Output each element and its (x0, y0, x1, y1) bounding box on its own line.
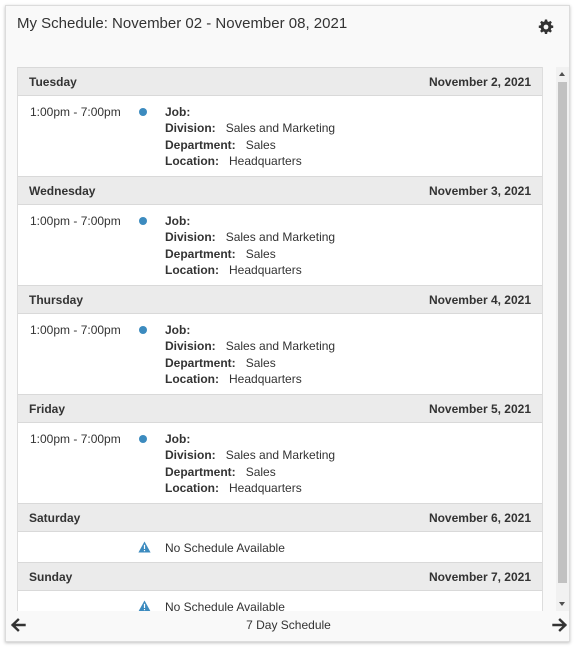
day-name: Tuesday (29, 74, 77, 89)
shift-details: Job: Division: Sales and Marketing Depar… (165, 104, 335, 170)
job-row: Job: (165, 213, 335, 229)
division-row: Division: Sales and Marketing (165, 338, 335, 354)
division-value: Sales and Marketing (225, 339, 336, 354)
arrow-right-icon[interactable] (552, 618, 568, 632)
division-label: Division: (165, 230, 216, 245)
day-header-sunday: Sunday November 7, 2021 (18, 562, 542, 591)
department-row: Department: Sales (165, 246, 335, 262)
scroll-up-arrow-icon[interactable] (559, 72, 565, 76)
dot-icon (139, 108, 147, 116)
warning-icon (138, 541, 151, 553)
no-schedule-text: No Schedule Available (165, 541, 285, 555)
department-value: Sales (245, 246, 276, 261)
department-value: Sales (245, 137, 276, 152)
location-row: Location: Headquarters (165, 153, 335, 169)
day-name: Friday (29, 401, 66, 416)
scrollbar-thumb[interactable] (558, 82, 567, 583)
footer-label: 7 Day Schedule (246, 618, 331, 632)
department-row: Department: Sales (165, 137, 335, 153)
shift-time: 1:00pm - 7:00pm (30, 323, 121, 337)
schedule-list[interactable]: Tuesday November 2, 2021 1:00pm - 7:00pm… (17, 67, 570, 611)
day-date: November 4, 2021 (428, 292, 531, 307)
shift-entry-tuesday: 1:00pm - 7:00pm Job: Division: Sales and… (18, 96, 542, 176)
division-value: Sales and Marketing (225, 448, 336, 463)
location-row: Location: Headquarters (165, 262, 335, 278)
job-row: Job: (165, 431, 335, 447)
location-label: Location: (165, 372, 219, 387)
schedule-scroll-content: Tuesday November 2, 2021 1:00pm - 7:00pm… (17, 67, 543, 611)
department-row: Department: Sales (165, 464, 335, 480)
day-header-friday: Friday November 5, 2021 (18, 394, 542, 423)
empty-entry-sunday: No Schedule Available (18, 591, 542, 611)
department-label: Department: (165, 137, 236, 152)
vertical-scrollbar[interactable] (556, 67, 569, 611)
location-value: Headquarters (229, 263, 302, 278)
department-value: Sales (245, 464, 276, 479)
dot-icon (139, 326, 147, 334)
day-name: Thursday (29, 292, 84, 307)
location-label: Location: (165, 481, 219, 496)
day-name: Wednesday (29, 183, 96, 198)
location-value: Headquarters (229, 481, 302, 496)
day-header-thursday: Thursday November 4, 2021 (18, 285, 542, 314)
job-label: Job: (165, 432, 191, 446)
division-label: Division: (165, 339, 216, 354)
location-label: Location: (165, 263, 219, 278)
schedule-card: My Schedule: November 02 - November 08, … (5, 5, 570, 642)
division-row: Division: Sales and Marketing (165, 229, 335, 245)
division-label: Division: (165, 448, 216, 463)
scroll-down-arrow-icon[interactable] (559, 602, 565, 606)
day-date: November 5, 2021 (428, 401, 531, 416)
department-value: Sales (245, 355, 276, 370)
division-value: Sales and Marketing (225, 230, 336, 245)
division-row: Division: Sales and Marketing (165, 447, 335, 463)
day-date: November 2, 2021 (428, 74, 531, 89)
day-date: November 6, 2021 (428, 510, 531, 525)
day-header-tuesday: Tuesday November 2, 2021 (18, 67, 542, 96)
division-label: Division: (165, 121, 216, 136)
shift-time: 1:00pm - 7:00pm (30, 214, 121, 228)
job-label: Job: (165, 214, 191, 228)
day-header-saturday: Saturday November 6, 2021 (18, 503, 542, 532)
division-value: Sales and Marketing (225, 121, 336, 136)
dot-icon (139, 217, 147, 225)
day-header-wednesday: Wednesday November 3, 2021 (18, 176, 542, 205)
location-row: Location: Headquarters (165, 371, 335, 387)
shift-details: Job: Division: Sales and Marketing Depar… (165, 213, 335, 279)
empty-entry-saturday: No Schedule Available (18, 532, 542, 562)
department-row: Department: Sales (165, 355, 335, 371)
division-row: Division: Sales and Marketing (165, 120, 335, 136)
day-name: Sunday (29, 569, 73, 584)
job-label: Job: (165, 105, 191, 119)
no-schedule-text: No Schedule Available (165, 600, 285, 611)
page-title: My Schedule: November 02 - November 08, … (17, 15, 348, 32)
day-name: Saturday (29, 510, 81, 525)
shift-time: 1:00pm - 7:00pm (30, 105, 121, 119)
day-date: November 7, 2021 (428, 569, 531, 584)
location-row: Location: Headquarters (165, 480, 335, 496)
shift-details: Job: Division: Sales and Marketing Depar… (165, 431, 335, 497)
gear-icon[interactable] (538, 19, 554, 35)
shift-entry-wednesday: 1:00pm - 7:00pm Job: Division: Sales and… (18, 205, 542, 285)
shift-entry-friday: 1:00pm - 7:00pm Job: Division: Sales and… (18, 423, 542, 503)
shift-time: 1:00pm - 7:00pm (30, 432, 121, 446)
shift-entry-thursday: 1:00pm - 7:00pm Job: Division: Sales and… (18, 314, 542, 394)
department-label: Department: (165, 355, 236, 370)
job-label: Job: (165, 323, 191, 337)
department-label: Department: (165, 246, 236, 261)
warning-icon (138, 600, 151, 611)
location-label: Location: (165, 154, 219, 169)
day-date: November 3, 2021 (428, 183, 531, 198)
shift-details: Job: Division: Sales and Marketing Depar… (165, 322, 335, 388)
location-value: Headquarters (229, 372, 302, 387)
job-row: Job: (165, 322, 335, 338)
dot-icon (139, 435, 147, 443)
department-label: Department: (165, 464, 236, 479)
job-row: Job: (165, 104, 335, 120)
location-value: Headquarters (229, 154, 302, 169)
